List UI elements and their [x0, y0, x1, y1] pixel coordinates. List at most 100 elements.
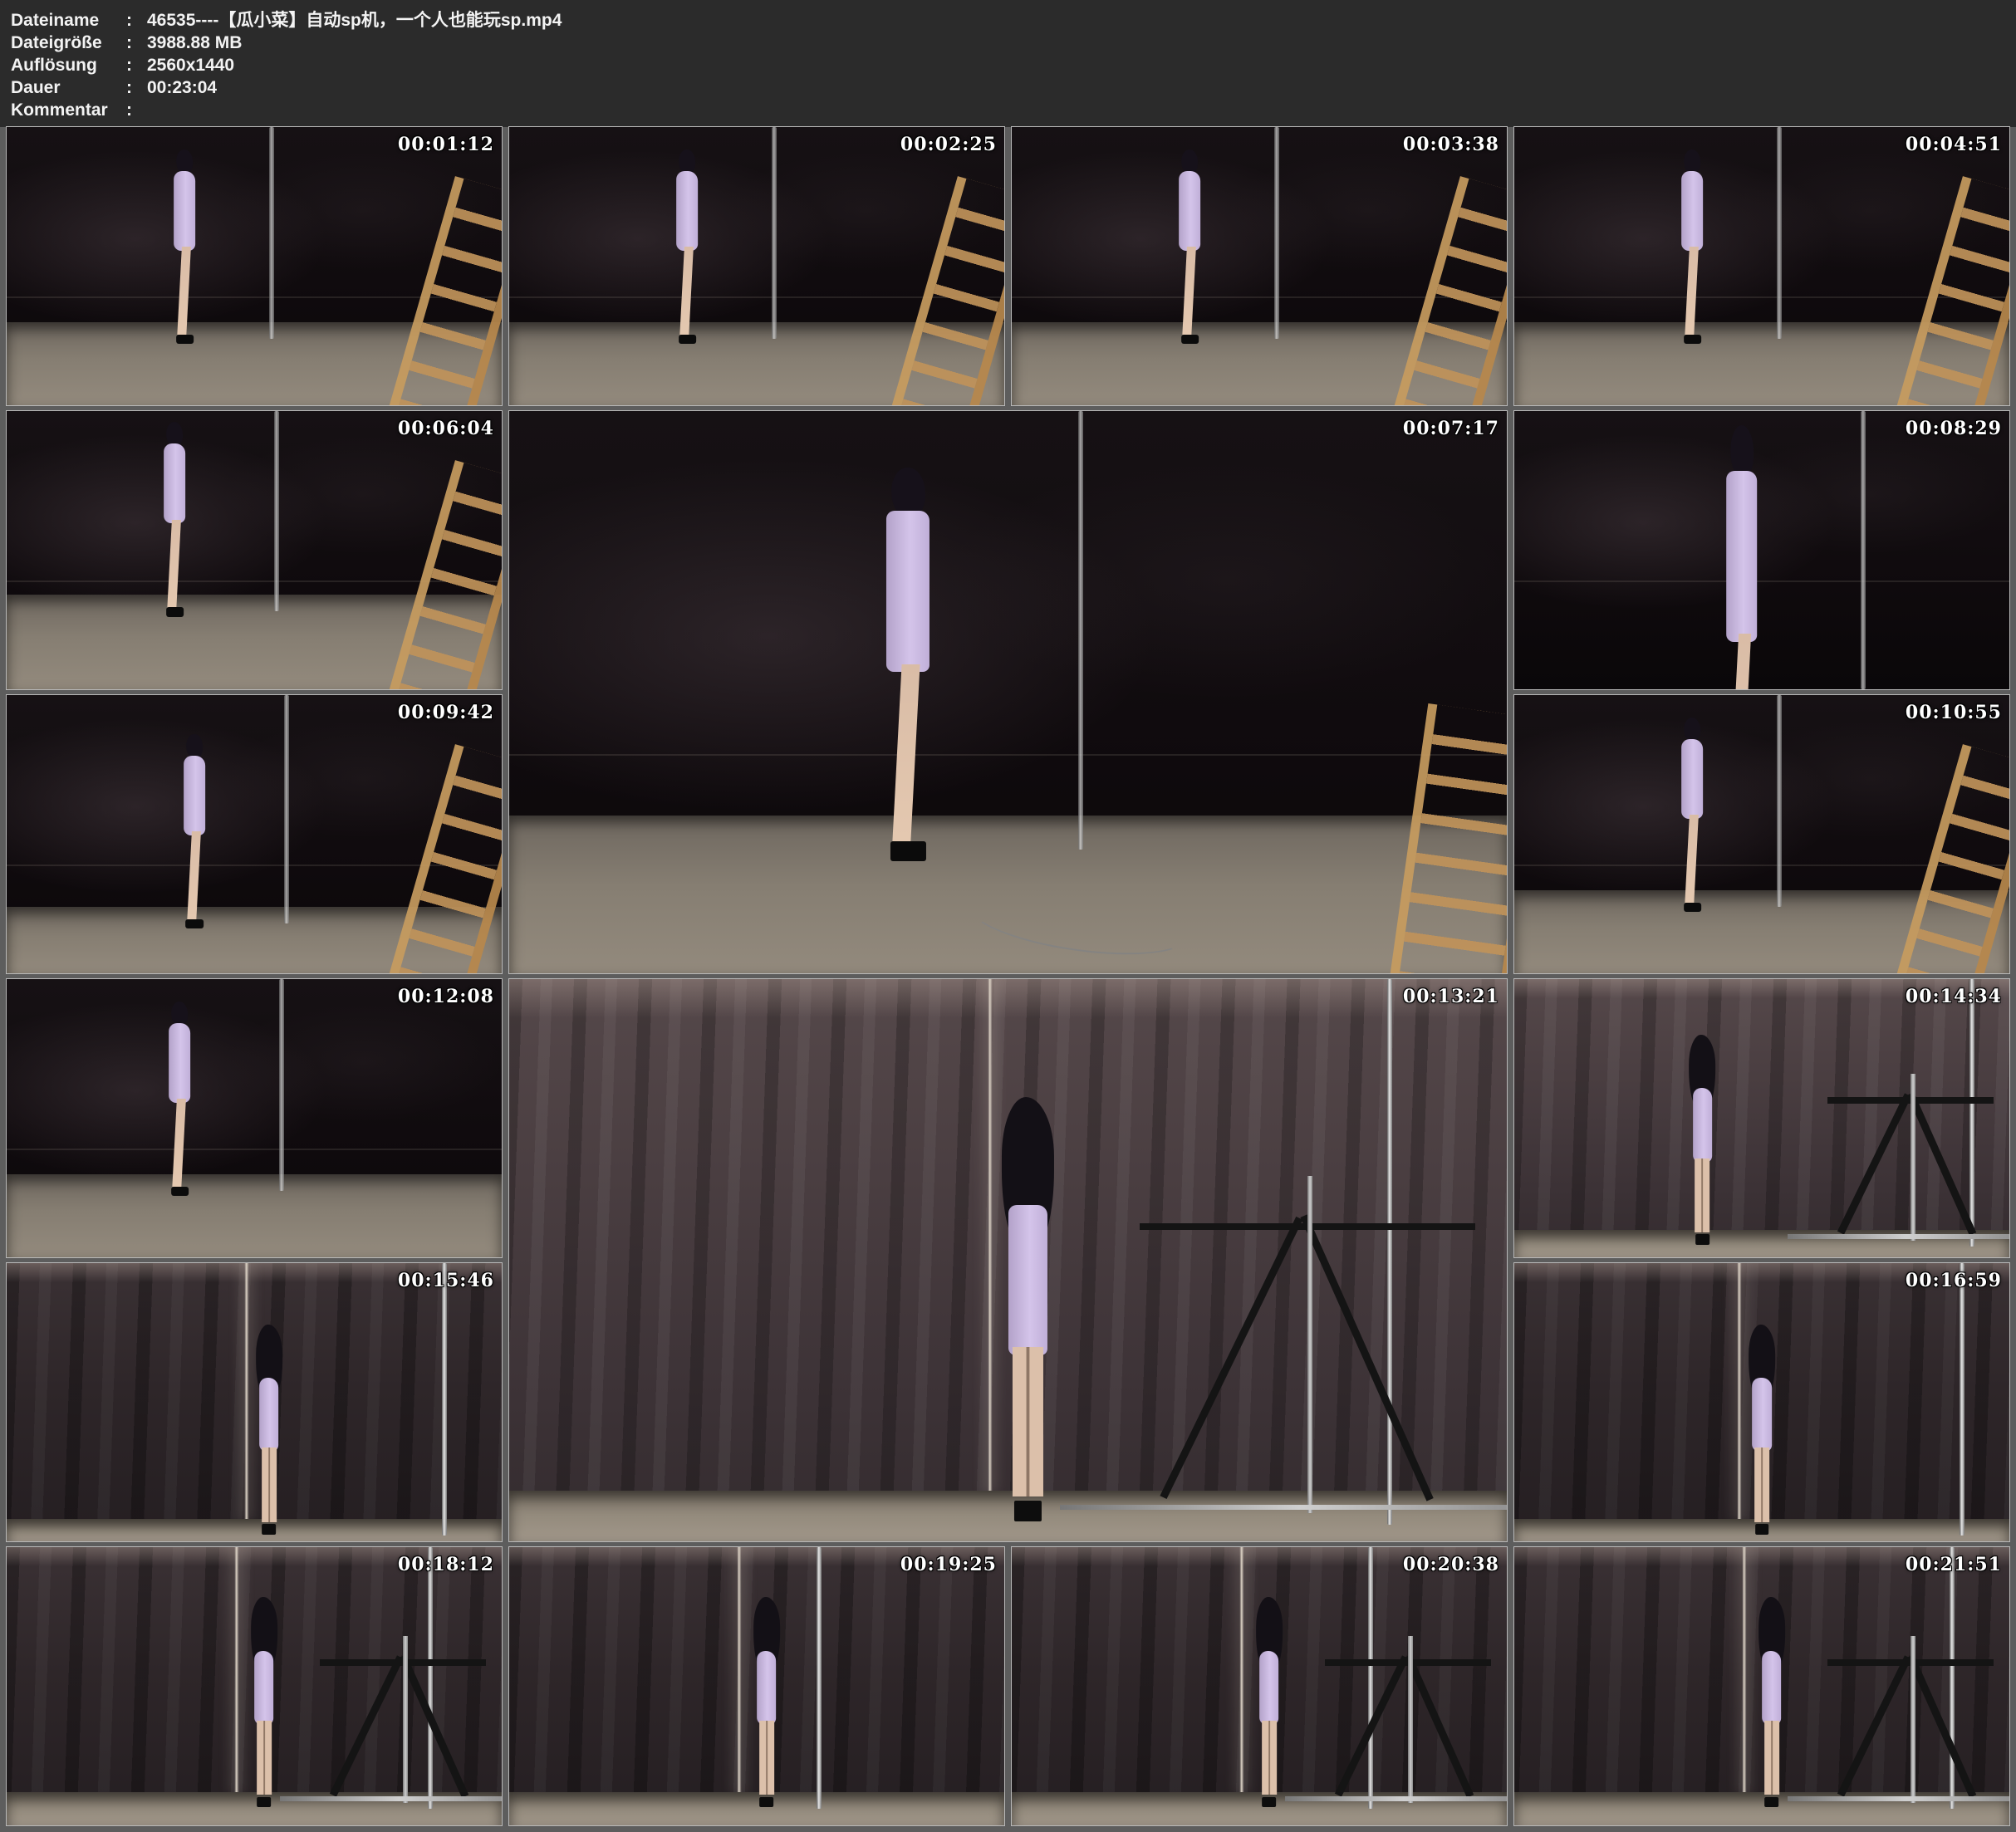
dress-shape — [1752, 1378, 1771, 1452]
legs-shape — [1013, 1347, 1043, 1496]
heels-shape — [760, 1797, 774, 1807]
metal-pole — [1777, 695, 1782, 907]
figure-silhouette — [993, 1097, 1062, 1513]
info-label: Dateiname — [11, 9, 126, 32]
thumbnail-cell: 00:08:29 — [1514, 411, 2009, 689]
figure-silhouette — [158, 422, 193, 617]
file-info-row: Dateiname:46535----【瓜小菜】自动sp机，一个人也能玩sp.m… — [11, 9, 2008, 32]
timestamp-overlay: 00:15:46 — [398, 1270, 494, 1291]
figure-silhouette — [1754, 1597, 1789, 1803]
rig-leg — [1335, 1656, 1409, 1797]
figure-silhouette — [178, 734, 213, 929]
timestamp-overlay: 00:02:25 — [900, 134, 997, 155]
legs-shape — [177, 247, 190, 335]
metal-pole — [1861, 411, 1866, 689]
dress-shape — [174, 171, 195, 251]
dress-shape — [676, 171, 698, 251]
figure-silhouette — [247, 1597, 282, 1803]
heels-shape — [1765, 1797, 1779, 1807]
light-slit — [1239, 1547, 1244, 1792]
legs-shape — [1685, 815, 1698, 903]
legs-shape — [1182, 247, 1195, 335]
dress-shape — [1681, 739, 1703, 819]
dress-shape — [1259, 1651, 1278, 1725]
heels-shape — [1181, 335, 1199, 345]
thumbnail-cell: 00:15:46 — [7, 1263, 502, 1541]
timestamp-overlay: 00:10:55 — [1906, 702, 2002, 723]
timestamp-overlay: 00:06:04 — [398, 418, 494, 439]
heels-shape — [171, 1187, 189, 1197]
thumbnail-cell: 00:12:08 — [7, 979, 502, 1257]
legs-shape — [257, 1721, 272, 1795]
metal-pole — [1777, 127, 1782, 339]
figure-silhouette — [1717, 425, 1767, 689]
info-colon: : — [126, 76, 147, 99]
info-colon: : — [126, 54, 147, 76]
light-slit — [244, 1263, 249, 1519]
info-colon: : — [126, 9, 147, 32]
heels-shape — [1684, 903, 1702, 913]
dress-shape — [1762, 1651, 1781, 1725]
thumbnail-cell: 00:14:34 — [1514, 979, 2009, 1257]
file-info-header: Dateiname:46535----【瓜小菜】自动sp机，一个人也能玩sp.m… — [0, 0, 2016, 127]
rig-frame — [1108, 1176, 1507, 1513]
timestamp-overlay: 00:16:59 — [1906, 1270, 2002, 1291]
rig-frame — [1812, 1074, 2009, 1241]
metal-pole — [1078, 411, 1083, 850]
thumbnail-cell: 00:20:38 — [1012, 1547, 1507, 1825]
timestamp-overlay: 00:13:21 — [1403, 986, 1499, 1007]
legs-shape — [679, 247, 693, 335]
rig-pipe-floor — [1060, 1505, 1507, 1510]
thumbnail-cell: 00:13:21 — [509, 979, 1507, 1541]
thumbnail-cell: 00:21:51 — [1514, 1547, 2009, 1825]
info-label: Dauer — [11, 76, 126, 99]
figure-silhouette — [1173, 149, 1208, 345]
rig-leg — [1300, 1215, 1433, 1501]
rig-pipe-vertical — [1911, 1636, 1915, 1803]
rig-leg — [330, 1656, 404, 1797]
timestamp-overlay: 00:09:42 — [398, 702, 494, 723]
info-label: Auflösung — [11, 54, 126, 76]
figure-silhouette — [1744, 1325, 1779, 1531]
light-slit — [1742, 1547, 1747, 1792]
legs-shape — [892, 664, 920, 841]
heels-shape — [1755, 1524, 1769, 1534]
info-value — [147, 99, 2008, 121]
heels-shape — [258, 1797, 272, 1807]
dress-shape — [169, 1023, 190, 1103]
metal-pole — [274, 411, 279, 611]
rig-frame — [304, 1636, 502, 1803]
metal-pole — [1274, 127, 1279, 339]
dress-shape — [259, 1378, 278, 1452]
thumbnail-cell: 00:06:04 — [7, 411, 502, 689]
legs-shape — [759, 1721, 774, 1795]
timestamp-overlay: 00:08:29 — [1906, 418, 2002, 439]
timestamp-overlay: 00:21:51 — [1906, 1554, 2002, 1575]
metal-pole — [772, 127, 777, 339]
thumbnail-cell: 00:01:12 — [7, 127, 502, 405]
figure-silhouette — [873, 468, 943, 861]
figure-silhouette — [670, 149, 705, 345]
heels-shape — [176, 335, 194, 345]
figure-silhouette — [1685, 1035, 1720, 1241]
file-info-row: Auflösung:2560x1440 — [11, 54, 2008, 76]
light-slit — [234, 1547, 239, 1792]
timestamp-overlay: 00:07:17 — [1403, 418, 1499, 439]
rig-leg — [1405, 1654, 1474, 1798]
info-value: 2560x1440 — [147, 54, 2008, 76]
timestamp-overlay: 00:14:34 — [1906, 986, 2002, 1007]
timestamp-overlay: 00:12:08 — [398, 986, 494, 1007]
figure-silhouette — [1675, 718, 1710, 913]
heels-shape — [186, 919, 204, 929]
timestamp-overlay: 00:03:38 — [1403, 134, 1499, 155]
metal-pole — [1960, 1263, 1964, 1536]
thumbnail-cell: 00:16:59 — [1514, 1263, 2009, 1541]
figure-silhouette — [1252, 1597, 1287, 1803]
figure-silhouette — [168, 149, 203, 345]
dress-shape — [254, 1651, 273, 1725]
concrete-floor — [7, 1174, 502, 1258]
dress-shape — [184, 756, 205, 835]
heels-shape — [1263, 1797, 1277, 1807]
info-value: 00:23:04 — [147, 76, 2008, 99]
dress-shape — [1008, 1205, 1047, 1354]
